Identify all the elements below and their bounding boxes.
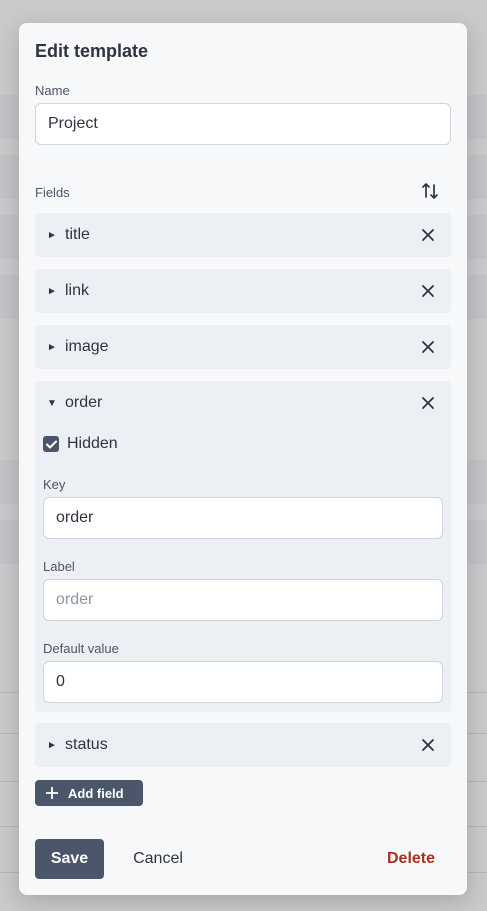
field-name: image (65, 338, 109, 355)
delete-button[interactable]: Delete (371, 839, 451, 879)
fields-label: Fields (35, 185, 70, 200)
close-icon (422, 341, 434, 353)
checkmark-icon (45, 440, 57, 448)
save-button[interactable]: Save (35, 839, 104, 879)
field-toggle-status[interactable]: ► status (35, 723, 451, 767)
remove-field-image-button[interactable] (419, 338, 437, 356)
close-icon (422, 739, 434, 751)
remove-field-title-button[interactable] (419, 226, 437, 244)
add-field-button[interactable]: Add field (35, 780, 143, 806)
field-row-title: ► title (35, 213, 451, 257)
label-input[interactable] (43, 579, 443, 621)
edit-template-dialog: Edit template Name Fields ► title ► link… (19, 23, 467, 895)
field-row-status: ► status (35, 723, 451, 767)
name-input[interactable] (35, 103, 451, 145)
close-icon (422, 397, 434, 409)
hidden-checkbox[interactable] (43, 436, 59, 452)
field-row-link: ► link (35, 269, 451, 313)
plus-icon (46, 787, 58, 799)
caret-right-icon: ► (47, 739, 57, 751)
field-row-order: ▼ order Hidden Key Label Default value (35, 381, 451, 712)
remove-field-order-button[interactable] (419, 394, 437, 412)
close-icon (422, 229, 434, 241)
caret-right-icon: ► (47, 341, 57, 353)
field-name: link (65, 282, 90, 299)
default-value-label: Default value (43, 641, 119, 656)
field-name: status (65, 736, 108, 753)
field-toggle-title[interactable]: ► title (35, 213, 451, 257)
cancel-button[interactable]: Cancel (119, 839, 197, 879)
field-row-image: ► image (35, 325, 451, 369)
hidden-label: Hidden (67, 435, 118, 452)
label-label: Label (43, 559, 75, 574)
default-value-input[interactable] (43, 661, 443, 703)
field-name: order (65, 394, 103, 411)
key-label: Key (43, 477, 66, 492)
key-input[interactable] (43, 497, 443, 539)
caret-right-icon: ► (47, 285, 57, 297)
add-field-label: Add field (68, 785, 124, 801)
field-name: title (65, 226, 90, 243)
field-toggle-link[interactable]: ► link (35, 269, 451, 313)
field-toggle-image[interactable]: ► image (35, 325, 451, 369)
remove-field-link-button[interactable] (419, 282, 437, 300)
caret-down-icon: ▼ (47, 397, 57, 409)
caret-right-icon: ► (47, 229, 57, 241)
name-label: Name (35, 83, 70, 98)
field-toggle-order[interactable]: ▼ order (35, 381, 451, 425)
close-icon (422, 285, 434, 297)
sort-arrows-icon (422, 183, 438, 199)
sort-fields-button[interactable] (417, 178, 443, 204)
dialog-title: Edit template (35, 41, 149, 61)
remove-field-status-button[interactable] (419, 736, 437, 754)
